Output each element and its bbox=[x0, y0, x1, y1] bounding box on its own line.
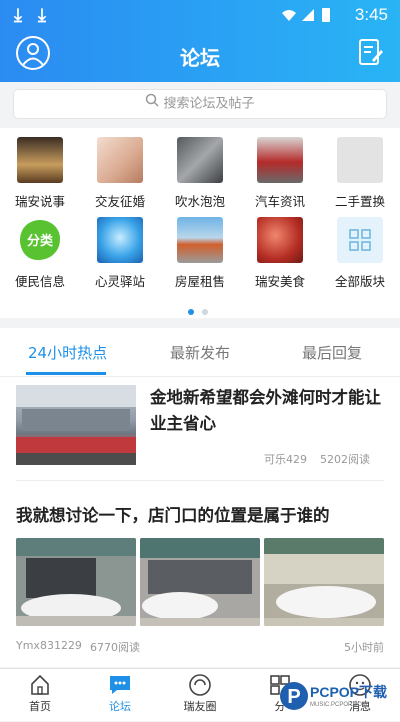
search-input[interactable]: 搜索论坛及帖子 bbox=[14, 90, 386, 118]
compose-post-icon[interactable] bbox=[358, 38, 384, 70]
nav-label: 论坛 bbox=[109, 700, 131, 713]
post-image[interactable] bbox=[264, 538, 384, 626]
search-icon bbox=[145, 90, 160, 118]
status-bar: ⤓ ⤓ 3:45 bbox=[0, 0, 400, 30]
post-author: Ymx831229 bbox=[16, 639, 82, 652]
watermark-subtext: MUSIC.PCPOP.COM bbox=[310, 702, 367, 708]
category-item-chuishui[interactable]: 吹水泡泡 bbox=[164, 137, 236, 210]
category-label: 瑞安说事 bbox=[14, 194, 65, 209]
tab-last-reply[interactable]: 最后回复 bbox=[302, 342, 362, 363]
category-item-ruian-shuoshi[interactable]: 瑞安说事 bbox=[4, 137, 76, 210]
page-title: 论坛 bbox=[180, 46, 220, 70]
post-author: 可乐429 bbox=[264, 453, 307, 466]
holding-hands-thumbnail-icon bbox=[97, 137, 143, 183]
pagoda-thumbnail-icon bbox=[17, 137, 63, 183]
house-thumbnail-icon bbox=[177, 217, 223, 263]
category-item-meishi[interactable]: 瑞安美食 bbox=[244, 217, 316, 290]
category-item-qiche[interactable]: 汽车资讯 bbox=[244, 137, 316, 210]
nav-label: 首页 bbox=[29, 700, 51, 713]
status-icons bbox=[280, 7, 340, 27]
category-tag-icon: 分类 bbox=[17, 217, 63, 263]
nav-forum[interactable]: 论坛 bbox=[80, 669, 160, 721]
heart-thumbnail-icon bbox=[97, 217, 143, 263]
category-label: 二手置换 bbox=[334, 194, 385, 209]
signal-icon bbox=[302, 9, 314, 21]
nav-label: 瑞友圈 bbox=[183, 700, 217, 713]
download-icon: ⤓ bbox=[14, 5, 22, 26]
category-label: 便民信息 bbox=[14, 274, 65, 289]
divider bbox=[16, 480, 384, 481]
post-time: 5小时前 bbox=[344, 641, 384, 654]
wifi-icon bbox=[282, 10, 296, 21]
friends-circle-icon bbox=[188, 673, 212, 697]
app-header: ⤓ ⤓ 3:45 论坛 bbox=[0, 0, 400, 82]
category-item-ershou[interactable]: 二手置换 bbox=[324, 137, 396, 210]
nav-home[interactable]: 首页 bbox=[0, 669, 80, 721]
page-indicator bbox=[188, 300, 216, 319]
tab-24h-hot[interactable]: 24小时热点 bbox=[28, 342, 107, 363]
post-image[interactable] bbox=[16, 538, 136, 626]
category-item-quanbu[interactable]: 全部版块 bbox=[324, 217, 396, 290]
category-label: 全部版块 bbox=[334, 274, 385, 289]
watermark: P PCPOP下载 MUSIC.PCPOP.COM bbox=[276, 674, 396, 718]
watermark-text: PCPOP下载 bbox=[310, 684, 388, 700]
category-label: 心灵驿站 bbox=[94, 274, 145, 289]
car-thumbnail-icon bbox=[257, 137, 303, 183]
search-placeholder: 搜索论坛及帖子 bbox=[163, 96, 255, 112]
nav-friends-circle[interactable]: 瑞友圈 bbox=[160, 669, 240, 721]
page-dot bbox=[202, 309, 208, 315]
all-boards-grid-icon bbox=[337, 217, 383, 263]
post-title[interactable]: 金地新希望都会外滩何时才能让业主省心 bbox=[150, 385, 382, 437]
category-icon-text: 分类 bbox=[26, 234, 53, 249]
post-views: 5202阅读 bbox=[320, 453, 370, 466]
home-icon bbox=[28, 673, 52, 697]
feed-tabs: 24小时热点 最新发布 最后回复 bbox=[0, 328, 400, 377]
category-label: 房屋租售 bbox=[174, 274, 225, 289]
keyboard-thumbnail-icon bbox=[177, 137, 223, 183]
category-label: 汽车资讯 bbox=[254, 194, 305, 209]
post-thumbnail[interactable] bbox=[16, 385, 136, 465]
tab-latest[interactable]: 最新发布 bbox=[170, 342, 230, 363]
category-item-xinling[interactable]: 心灵驿站 bbox=[84, 217, 156, 290]
category-item-bianmin[interactable]: 分类 便民信息 bbox=[4, 217, 76, 290]
page-dot-active bbox=[188, 309, 194, 315]
secondhand-thumbnail-icon bbox=[337, 137, 383, 183]
download-icon: ⤓ bbox=[38, 5, 46, 26]
category-label: 交友征婚 bbox=[94, 194, 145, 209]
forum-chat-icon bbox=[108, 673, 132, 697]
search-section: 搜索论坛及帖子 bbox=[0, 82, 400, 128]
category-label: 吹水泡泡 bbox=[174, 194, 225, 209]
category-item-jiaoyou[interactable]: 交友征婚 bbox=[84, 137, 156, 210]
food-thumbnail-icon bbox=[257, 217, 303, 263]
category-label: 瑞安美食 bbox=[254, 274, 305, 289]
post-title[interactable]: 我就想讨论一下，店门口的位置是属于谁的 bbox=[16, 502, 386, 526]
category-grid: 瑞安说事 交友征婚 吹水泡泡 汽车资讯 二手置换 分类 便民信息 心灵驿站 房屋… bbox=[0, 128, 400, 318]
svg-text:P: P bbox=[287, 686, 300, 708]
battery-icon bbox=[322, 8, 330, 22]
post-feed: 金地新希望都会外滩何时才能让业主省心 可乐429 5202阅读 我就想讨论一下，… bbox=[0, 377, 400, 667]
post-image[interactable] bbox=[140, 538, 260, 626]
status-time: 3:45 bbox=[354, 5, 388, 24]
post-views: 6770阅读 bbox=[90, 641, 140, 654]
category-item-fangwu[interactable]: 房屋租售 bbox=[164, 217, 236, 290]
active-tab-indicator bbox=[26, 372, 106, 375]
